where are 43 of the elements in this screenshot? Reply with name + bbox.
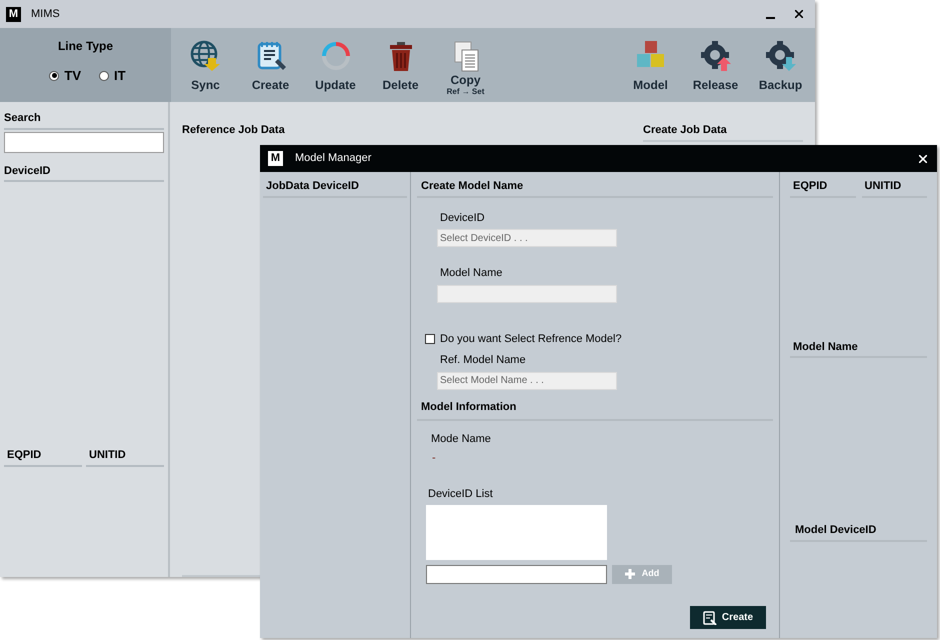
column-header: DeviceID <box>4 162 164 182</box>
gear-down-arrow-icon <box>764 39 798 73</box>
radio-option[interactable]: IT <box>99 66 126 86</box>
document-pen-icon <box>702 610 717 624</box>
column-header: Model Name <box>790 338 927 358</box>
field-label: Ref. Model Name <box>440 353 527 368</box>
ring-icon <box>320 40 352 72</box>
toolbar-button[interactable]: Copy Ref → Set <box>433 39 498 99</box>
toolbar-button[interactable]: Backup <box>748 39 813 99</box>
mode-name-value: - <box>432 450 437 466</box>
section-header: Model Information <box>417 398 773 421</box>
toolbar-button[interactable]: Sync <box>173 39 238 99</box>
section-header: Create Job Data <box>643 122 803 142</box>
search-label: Search <box>4 110 164 130</box>
toolbar-button[interactable]: Create <box>238 39 303 99</box>
logo: M <box>268 151 283 166</box>
logo: M <box>6 6 21 22</box>
close-button[interactable] <box>795 10 803 18</box>
plus-icon <box>624 569 635 579</box>
column-header: JobData DeviceID <box>263 178 407 198</box>
column-header: UNITID <box>862 178 927 198</box>
create-button[interactable]: Create <box>690 606 766 629</box>
gear-up-arrow-icon <box>698 39 732 73</box>
field-label: DeviceID List <box>428 487 494 502</box>
radio-option[interactable]: TV <box>49 66 82 86</box>
column-header: Model DeviceID <box>790 522 927 542</box>
toolbar-button[interactable]: Update <box>303 39 368 99</box>
toolbar-button[interactable]: Model <box>618 39 683 99</box>
column-header: UNITID <box>86 447 164 466</box>
dialog-title: Model Manager <box>295 151 372 166</box>
input-field[interactable] <box>426 564 607 584</box>
field-label: Mode Name <box>431 432 492 447</box>
field-label: Model Name <box>440 266 504 281</box>
window-title: MIMS <box>31 6 61 22</box>
toolbar-button[interactable]: Release <box>683 39 748 99</box>
globe-icon <box>190 40 222 72</box>
column-header: EQPID <box>790 178 856 198</box>
field-label: DeviceID <box>440 210 486 226</box>
section-header: Create Model Name <box>417 178 773 198</box>
search-field[interactable] <box>4 132 164 152</box>
column-header: EQPID <box>4 447 82 466</box>
line-type-label: Line Type <box>58 38 114 55</box>
toolbar-button[interactable]: Delete <box>368 39 433 99</box>
